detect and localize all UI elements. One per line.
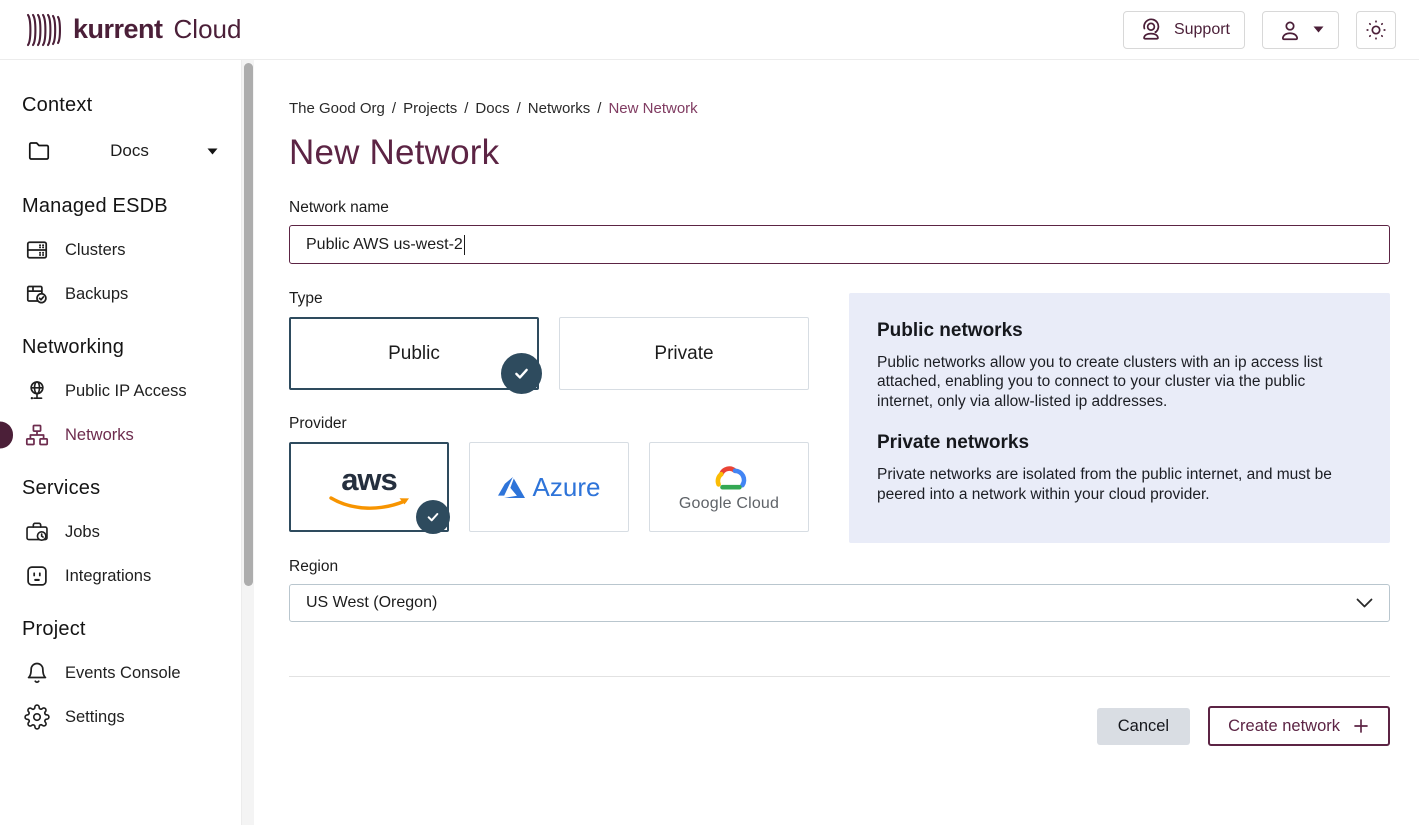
sun-icon [1364, 18, 1388, 42]
page-title: New Network [289, 133, 1390, 173]
network-name-input[interactable]: Public AWS us-west-2 [289, 225, 1390, 264]
backups-icon [24, 281, 50, 307]
network-name-value: Public AWS us-west-2 [306, 236, 463, 254]
azure-logo-icon [498, 474, 525, 501]
check-icon [425, 509, 441, 525]
outlet-icon [24, 563, 50, 589]
aws-smile-icon [323, 495, 415, 513]
brand-logo[interactable]: kurrent Cloud [24, 11, 241, 49]
sidebar-heading-managed-esdb: Managed ESDB [0, 195, 256, 218]
clusters-icon [24, 237, 50, 263]
breadcrumb-networks[interactable]: Networks [528, 100, 591, 117]
context-selector[interactable]: Docs [0, 127, 256, 175]
sidebar-item-label: Settings [65, 708, 125, 727]
folder-icon [26, 138, 52, 164]
type-option-label: Public [388, 343, 440, 365]
provider-option-aws[interactable]: aws [289, 442, 449, 532]
support-button[interactable]: Support [1123, 11, 1245, 49]
caret-down-icon [1313, 26, 1324, 33]
brand-name: kurrent [73, 14, 163, 45]
cancel-button[interactable]: Cancel [1097, 708, 1190, 745]
headset-icon [1138, 17, 1164, 43]
breadcrumb-current: New Network [608, 100, 697, 117]
sidebar-heading-services: Services [0, 477, 256, 500]
text-cursor [464, 235, 465, 255]
sidebar-scrollbar-track[interactable] [241, 60, 254, 825]
region-select[interactable]: US West (Oregon) [289, 584, 1390, 622]
sidebar-item-networks[interactable]: Networks [0, 413, 256, 457]
globe-stand-icon [24, 378, 50, 404]
brand-suffix: Cloud [174, 14, 242, 45]
bell-icon [24, 660, 50, 686]
sidebar-heading-networking: Networking [0, 336, 256, 359]
azure-logo-text: Azure [533, 472, 601, 503]
chevron-down-icon [1356, 598, 1373, 609]
info-heading-public: Public networks [877, 320, 1362, 342]
sidebar-item-backups[interactable]: Backups [0, 272, 256, 316]
breadcrumb-org[interactable]: The Good Org [289, 100, 385, 117]
type-option-private[interactable]: Private [559, 317, 809, 390]
selected-check-badge [501, 353, 542, 394]
sidebar-item-label: Public IP Access [65, 382, 187, 401]
sidebar-item-label: Clusters [65, 241, 126, 260]
sidebar-item-public-ip-access[interactable]: Public IP Access [0, 369, 256, 413]
selected-check-badge [416, 500, 450, 534]
breadcrumb-project-docs[interactable]: Docs [475, 100, 509, 117]
user-menu-button[interactable] [1262, 11, 1339, 49]
sidebar-item-label: Events Console [65, 664, 181, 683]
sidebar-heading-context: Context [0, 94, 256, 117]
create-network-button[interactable]: Create network [1208, 706, 1390, 746]
aws-logo: aws [341, 464, 397, 495]
provider-option-azure[interactable]: Azure [469, 442, 629, 532]
sidebar-heading-project: Project [0, 618, 256, 641]
type-option-public[interactable]: Public [289, 317, 539, 390]
kurrent-waves-icon [24, 11, 64, 49]
create-network-label: Create network [1228, 717, 1340, 736]
plus-icon [1352, 717, 1370, 735]
sitemap-icon [24, 422, 50, 448]
caret-down-icon [207, 148, 218, 155]
sidebar-item-events-console[interactable]: Events Console [0, 651, 256, 695]
provider-option-google-cloud[interactable]: Google Cloud [649, 442, 809, 532]
support-label: Support [1174, 21, 1230, 39]
main-content: The Good Org/Projects/Docs/Networks/New … [256, 60, 1419, 825]
sidebar-item-settings[interactable]: Settings [0, 695, 256, 739]
sidebar-item-clusters[interactable]: Clusters [0, 228, 256, 272]
top-header: kurrent Cloud Support [0, 0, 1419, 60]
sidebar-scrollbar-thumb[interactable] [244, 63, 253, 586]
user-icon [1277, 17, 1303, 43]
info-body-public: Public networks allow you to create clus… [877, 353, 1362, 411]
form-divider [289, 676, 1390, 677]
network-types-info-panel: Public networks Public networks allow yo… [849, 293, 1390, 543]
type-option-label: Private [654, 343, 713, 365]
context-value: Docs [52, 141, 207, 161]
info-heading-private: Private networks [877, 432, 1362, 454]
region-label: Region [289, 558, 1390, 576]
sidebar: Context Docs Managed ESDB Clusters Backu… [0, 60, 256, 825]
sidebar-item-label: Integrations [65, 567, 151, 586]
google-cloud-logo-icon [707, 461, 751, 493]
sidebar-item-label: Networks [65, 426, 134, 445]
active-indicator [0, 422, 13, 449]
theme-toggle-button[interactable] [1356, 11, 1396, 49]
network-name-label: Network name [289, 199, 1390, 217]
sidebar-item-integrations[interactable]: Integrations [0, 554, 256, 598]
breadcrumb-projects[interactable]: Projects [403, 100, 457, 117]
sidebar-item-label: Jobs [65, 523, 100, 542]
google-cloud-logo-text: Google Cloud [679, 495, 779, 513]
check-icon [512, 364, 531, 383]
sidebar-item-jobs[interactable]: Jobs [0, 510, 256, 554]
gear-icon [24, 704, 50, 730]
briefcase-clock-icon [24, 519, 50, 545]
region-value: US West (Oregon) [306, 594, 437, 612]
info-body-private: Private networks are isolated from the p… [877, 465, 1362, 504]
breadcrumb: The Good Org/Projects/Docs/Networks/New … [289, 100, 1390, 117]
sidebar-item-label: Backups [65, 285, 128, 304]
